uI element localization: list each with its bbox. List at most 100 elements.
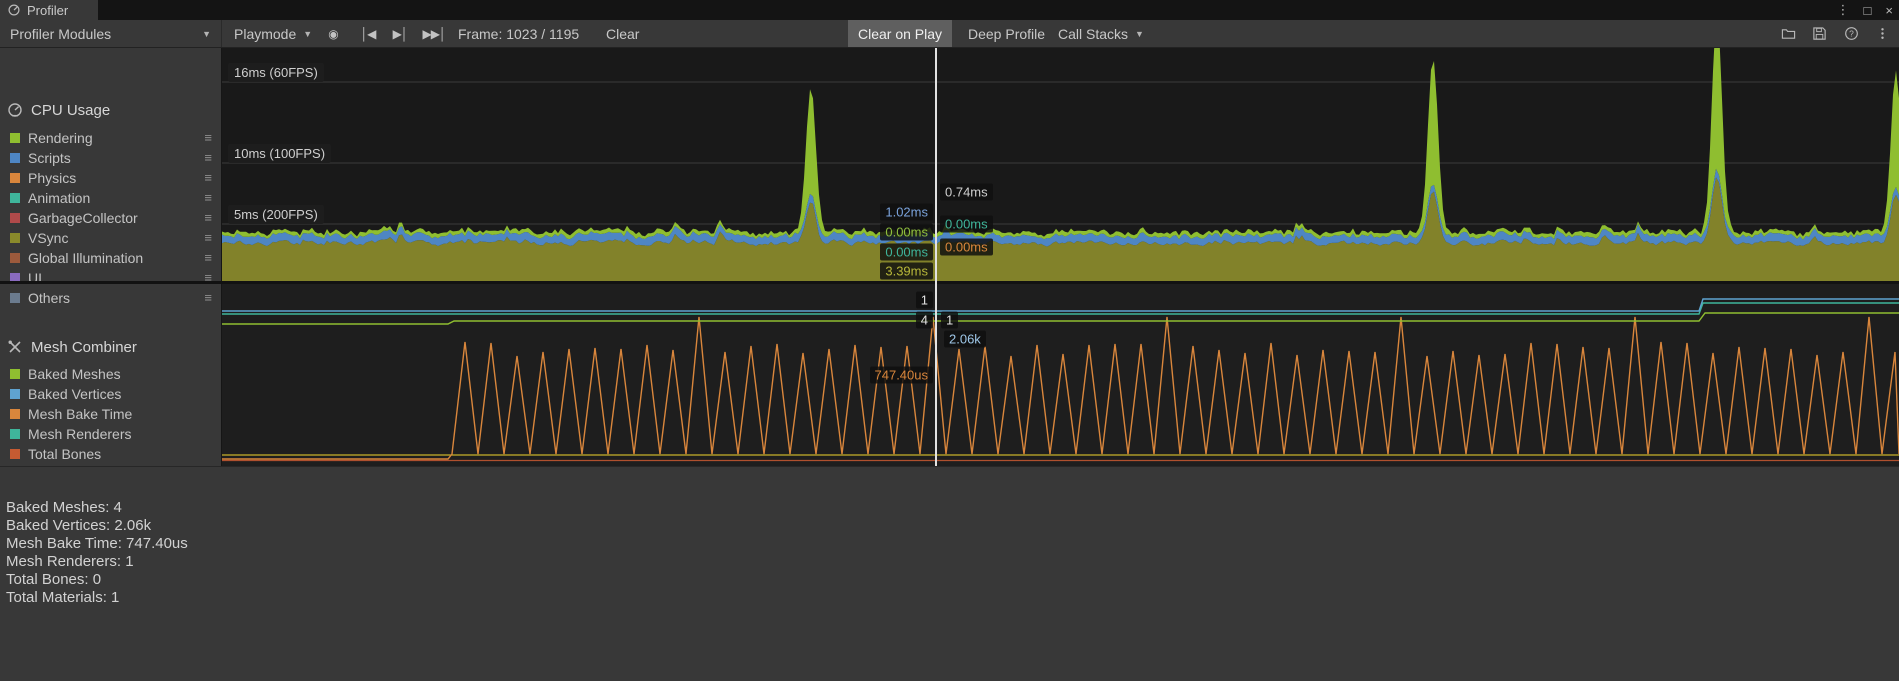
details-line: Baked Meshes: 4: [6, 499, 1899, 517]
details-line: Baked Vertices: 2.06k: [6, 517, 1899, 535]
deep-profile-button[interactable]: Deep Profile: [962, 20, 1051, 47]
frame-counter: Frame: 1023 / 1195: [458, 20, 579, 47]
prev-frame-button[interactable]: │◀: [354, 20, 382, 47]
drag-handle-icon[interactable]: ≡: [204, 190, 212, 205]
mesh-combiner-icon: [7, 339, 23, 355]
color-swatch: [10, 193, 20, 203]
next-frame-button[interactable]: ▶│: [386, 20, 414, 47]
call-stacks-button[interactable]: Call Stacks ▼: [1058, 20, 1144, 47]
tab-title: Profiler: [27, 3, 68, 18]
color-swatch: [10, 213, 20, 223]
legend-item-total-bones[interactable]: Total Bones: [0, 444, 221, 464]
legend-item-ui[interactable]: UI ≡: [0, 268, 221, 288]
profiler-modules-dropdown[interactable]: Profiler Modules ▼: [0, 20, 222, 47]
record-button[interactable]: ◉: [321, 20, 345, 47]
module-sidebar: CPU Usage Rendering ≡ Scripts ≡ Physics …: [0, 48, 222, 466]
current-frame-button[interactable]: ▶▶│: [416, 20, 452, 47]
chevron-down-icon: ▼: [202, 29, 211, 39]
load-profile-icon[interactable]: [1777, 20, 1799, 47]
legend-label: Global Illumination: [28, 250, 143, 266]
details-line: Mesh Renderers: 1: [6, 553, 1899, 571]
window-controls: ⋮ □ ×: [1837, 0, 1893, 20]
window-menu-icon[interactable]: ⋮: [1837, 2, 1850, 18]
legend-label: Baked Meshes: [28, 366, 121, 382]
frame-label: Frame:: [458, 26, 502, 42]
legend-item-mesh-renderers[interactable]: Mesh Renderers: [0, 424, 221, 444]
help-icon[interactable]: ?: [1840, 20, 1862, 47]
details-panel: Baked Meshes: 4 Baked Vertices: 2.06k Me…: [0, 466, 1899, 681]
legend-item-global-illumination[interactable]: Global Illumination ≡: [0, 248, 221, 268]
color-swatch: [10, 429, 20, 439]
close-icon[interactable]: ×: [1885, 3, 1893, 18]
save-profile-icon[interactable]: [1808, 20, 1830, 47]
legend-label: Mesh Bake Time: [28, 406, 132, 422]
chart-divider: [0, 281, 1899, 284]
playmode-dropdown[interactable]: Playmode ▼: [234, 20, 312, 47]
drag-handle-icon[interactable]: ≡: [204, 130, 212, 145]
drag-handle-icon[interactable]: ≡: [204, 250, 212, 265]
color-swatch: [10, 369, 20, 379]
toolbar: Profiler Modules ▼ Playmode ▼ ◉ │◀ ▶│ ▶▶…: [0, 20, 1899, 48]
legend-item-scripts[interactable]: Scripts ≡: [0, 148, 221, 168]
mesh-combiner-chart[interactable]: [222, 284, 1899, 466]
frame-marker[interactable]: [935, 48, 937, 466]
chevron-down-icon: ▼: [1135, 29, 1144, 39]
legend-label: Animation: [28, 190, 90, 206]
color-swatch: [10, 133, 20, 143]
legend-label: Total Bones: [28, 446, 101, 462]
details-line: Total Bones: 0: [6, 571, 1899, 589]
drag-handle-icon[interactable]: ≡: [204, 230, 212, 245]
legend-item-garbagecollector[interactable]: GarbageCollector ≡: [0, 208, 221, 228]
legend-label: Physics: [28, 170, 76, 186]
color-swatch: [10, 409, 20, 419]
color-swatch: [10, 293, 20, 303]
chevron-down-icon: ▼: [303, 29, 312, 39]
legend-item-mesh-bake-time[interactable]: Mesh Bake Time: [0, 404, 221, 424]
profiler-modules-label: Profiler Modules: [10, 26, 111, 42]
color-swatch: [10, 233, 20, 243]
frame-value: 1023 / 1195: [506, 26, 579, 42]
legend-item-rendering[interactable]: Rendering ≡: [0, 128, 221, 148]
titlebar: Profiler ⋮ □ ×: [0, 0, 1899, 20]
color-swatch: [10, 449, 20, 459]
cpu-usage-chart[interactable]: [222, 48, 1899, 281]
legend-item-baked-vertices[interactable]: Baked Vertices: [0, 384, 221, 404]
legend-item-baked-meshes[interactable]: Baked Meshes: [0, 364, 221, 384]
legend-label: Scripts: [28, 150, 71, 166]
legend-label: Baked Vertices: [28, 386, 121, 402]
profiler-tab[interactable]: Profiler: [0, 0, 98, 20]
details-line: Mesh Bake Time: 747.40us: [6, 535, 1899, 553]
legend-label: Rendering: [28, 130, 93, 146]
color-swatch: [10, 389, 20, 399]
profiler-window: Profiler ⋮ □ × Profiler Modules ▼ Playmo…: [0, 0, 1899, 681]
legend-label: Others: [28, 290, 70, 306]
drag-handle-icon[interactable]: ≡: [204, 210, 212, 225]
legend-item-others[interactable]: Others ≡: [0, 288, 221, 308]
drag-handle-icon[interactable]: ≡: [204, 170, 212, 185]
color-swatch: [10, 253, 20, 263]
legend-label: VSync: [28, 230, 68, 246]
module-title: Mesh Combiner: [31, 339, 137, 356]
legend-label: Mesh Renderers: [28, 426, 132, 442]
cpu-usage-icon: [7, 102, 23, 118]
legend-label: GarbageCollector: [28, 210, 138, 226]
maximize-icon[interactable]: □: [1864, 3, 1872, 18]
profiler-icon: [7, 3, 21, 17]
clear-button[interactable]: Clear: [600, 20, 645, 47]
kebab-menu-icon[interactable]: [1871, 20, 1893, 47]
module-header-mesh-combiner[interactable]: Mesh Combiner: [0, 335, 221, 359]
module-header-cpu-usage[interactable]: CPU Usage: [0, 98, 221, 122]
module-title: CPU Usage: [31, 102, 110, 119]
drag-handle-icon[interactable]: ≡: [204, 290, 212, 305]
drag-handle-icon[interactable]: ≡: [204, 150, 212, 165]
legend-item-vsync[interactable]: VSync ≡: [0, 228, 221, 248]
color-swatch: [10, 173, 20, 183]
svg-text:?: ?: [1849, 28, 1854, 38]
color-swatch: [10, 153, 20, 163]
legend-item-animation[interactable]: Animation ≡: [0, 188, 221, 208]
legend-item-physics[interactable]: Physics ≡: [0, 168, 221, 188]
details-line: Total Materials: 1: [6, 589, 1899, 607]
clear-on-play-button[interactable]: Clear on Play: [848, 20, 952, 47]
playmode-label: Playmode: [234, 26, 296, 42]
call-stacks-label: Call Stacks: [1058, 26, 1128, 42]
